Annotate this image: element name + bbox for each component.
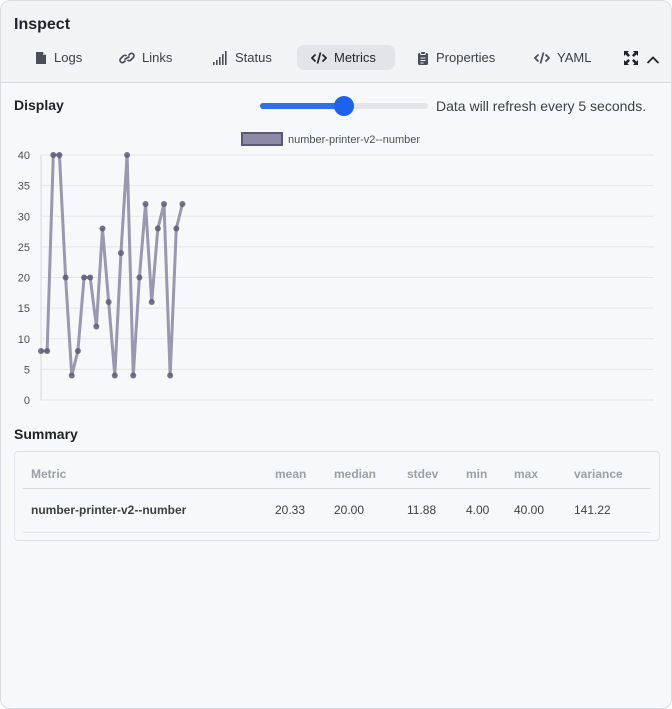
column-header-min[interactable]: min: [466, 460, 514, 489]
column-header-median[interactable]: median: [334, 460, 407, 489]
column-header-metric[interactable]: Metric: [23, 460, 275, 489]
clipboard-icon: [417, 50, 429, 65]
refresh-interval-slider[interactable]: [260, 96, 428, 116]
table-row: number-printer-v2--number 20.33 20.00 11…: [23, 488, 651, 533]
tab-links[interactable]: Links: [105, 45, 186, 70]
legend-label: number-printer-v2--number: [288, 134, 420, 146]
document-icon: [35, 51, 47, 65]
data-point: [62, 274, 69, 281]
data-point: [87, 274, 94, 281]
data-point: [124, 152, 131, 158]
y-tick-label: 30: [18, 211, 30, 223]
summary-heading: Summary: [14, 426, 78, 442]
data-point: [117, 250, 124, 256]
summary-card: Metric mean median stdev min max varianc…: [14, 451, 660, 541]
tab-label: Status: [235, 50, 272, 65]
y-tick-label: 5: [24, 364, 30, 376]
y-tick-label: 25: [18, 242, 30, 254]
tab-label: Properties: [436, 50, 496, 65]
stdev-cell: 11.88: [407, 488, 466, 533]
legend-swatch: [241, 132, 283, 146]
metrics-chart: 0 5 10 15 20 25 30 35 40 number-printer-v2--numbe…: [18, 132, 654, 407]
panel-title: Inspect: [14, 16, 71, 33]
tab-yaml[interactable]: YAML: [520, 45, 605, 70]
summary-table: Metric mean median stdev min max varianc…: [23, 460, 651, 533]
data-point: [179, 201, 186, 207]
code-icon: [311, 51, 327, 65]
data-point: [93, 323, 100, 330]
summary-header-row: Metric mean median stdev min max varianc…: [23, 460, 651, 489]
column-header-variance[interactable]: variance: [574, 460, 651, 489]
column-header-max[interactable]: max: [514, 460, 574, 489]
y-tick-label: 10: [18, 334, 30, 346]
y-tick-label: 35: [18, 181, 30, 193]
data-point: [68, 372, 75, 379]
data-point: [148, 299, 155, 305]
min-cell: 4.00: [466, 488, 514, 533]
y-tick-label: 15: [18, 303, 30, 315]
slider-fill: [260, 103, 344, 109]
data-point: [130, 372, 137, 379]
tab-label: Links: [142, 50, 173, 65]
link-icon: [119, 51, 135, 65]
mean-cell: 20.33: [275, 488, 334, 533]
display-heading: Display: [14, 97, 64, 113]
code-icon: [534, 51, 550, 65]
y-tick-label: 40: [18, 150, 30, 162]
data-point: [173, 225, 180, 232]
data-point: [74, 348, 81, 354]
data-point: [56, 152, 63, 158]
signal-icon: [212, 50, 228, 65]
data-point: [44, 348, 51, 354]
y-tick-label: 20: [18, 273, 30, 285]
data-point: [161, 201, 167, 207]
refresh-status-text: Data will refresh every 5 seconds.: [436, 98, 647, 114]
column-header-stdev[interactable]: stdev: [407, 460, 466, 489]
tab-bar: Logs Links Status Metrics Properties YAM…: [1, 45, 671, 71]
max-cell: 40.00: [514, 488, 574, 533]
y-tick-label: 0: [24, 395, 30, 407]
data-point: [105, 299, 112, 305]
median-cell: 20.00: [334, 488, 407, 533]
inspect-panel: Inspect Logs Links Status Metrics Proper…: [0, 0, 672, 709]
data-point: [167, 372, 174, 379]
tab-metrics[interactable]: Metrics: [297, 45, 395, 70]
data-point: [50, 152, 57, 158]
data-point: [154, 225, 161, 232]
slider-thumb[interactable]: [334, 96, 354, 116]
data-point: [81, 274, 88, 281]
chevron-up-icon[interactable]: [646, 52, 660, 70]
series-line: [41, 153, 184, 376]
expand-icon[interactable]: [624, 51, 638, 70]
tab-properties[interactable]: Properties: [403, 45, 509, 70]
data-point: [38, 348, 44, 354]
variance-cell: 141.22: [574, 488, 651, 533]
tab-label: Logs: [54, 50, 83, 65]
data-point: [142, 201, 149, 207]
tab-label: Metrics: [334, 50, 376, 65]
tab-status[interactable]: Status: [198, 45, 286, 70]
tab-logs[interactable]: Logs: [21, 45, 96, 70]
tab-label: YAML: [557, 50, 592, 65]
data-point: [99, 225, 106, 232]
column-header-mean[interactable]: mean: [275, 460, 334, 489]
panel-header: Inspect Logs Links Status Metrics Proper…: [1, 1, 671, 83]
data-point: [111, 372, 118, 379]
metric-name-cell: number-printer-v2--number: [23, 488, 275, 533]
data-point: [136, 274, 143, 281]
